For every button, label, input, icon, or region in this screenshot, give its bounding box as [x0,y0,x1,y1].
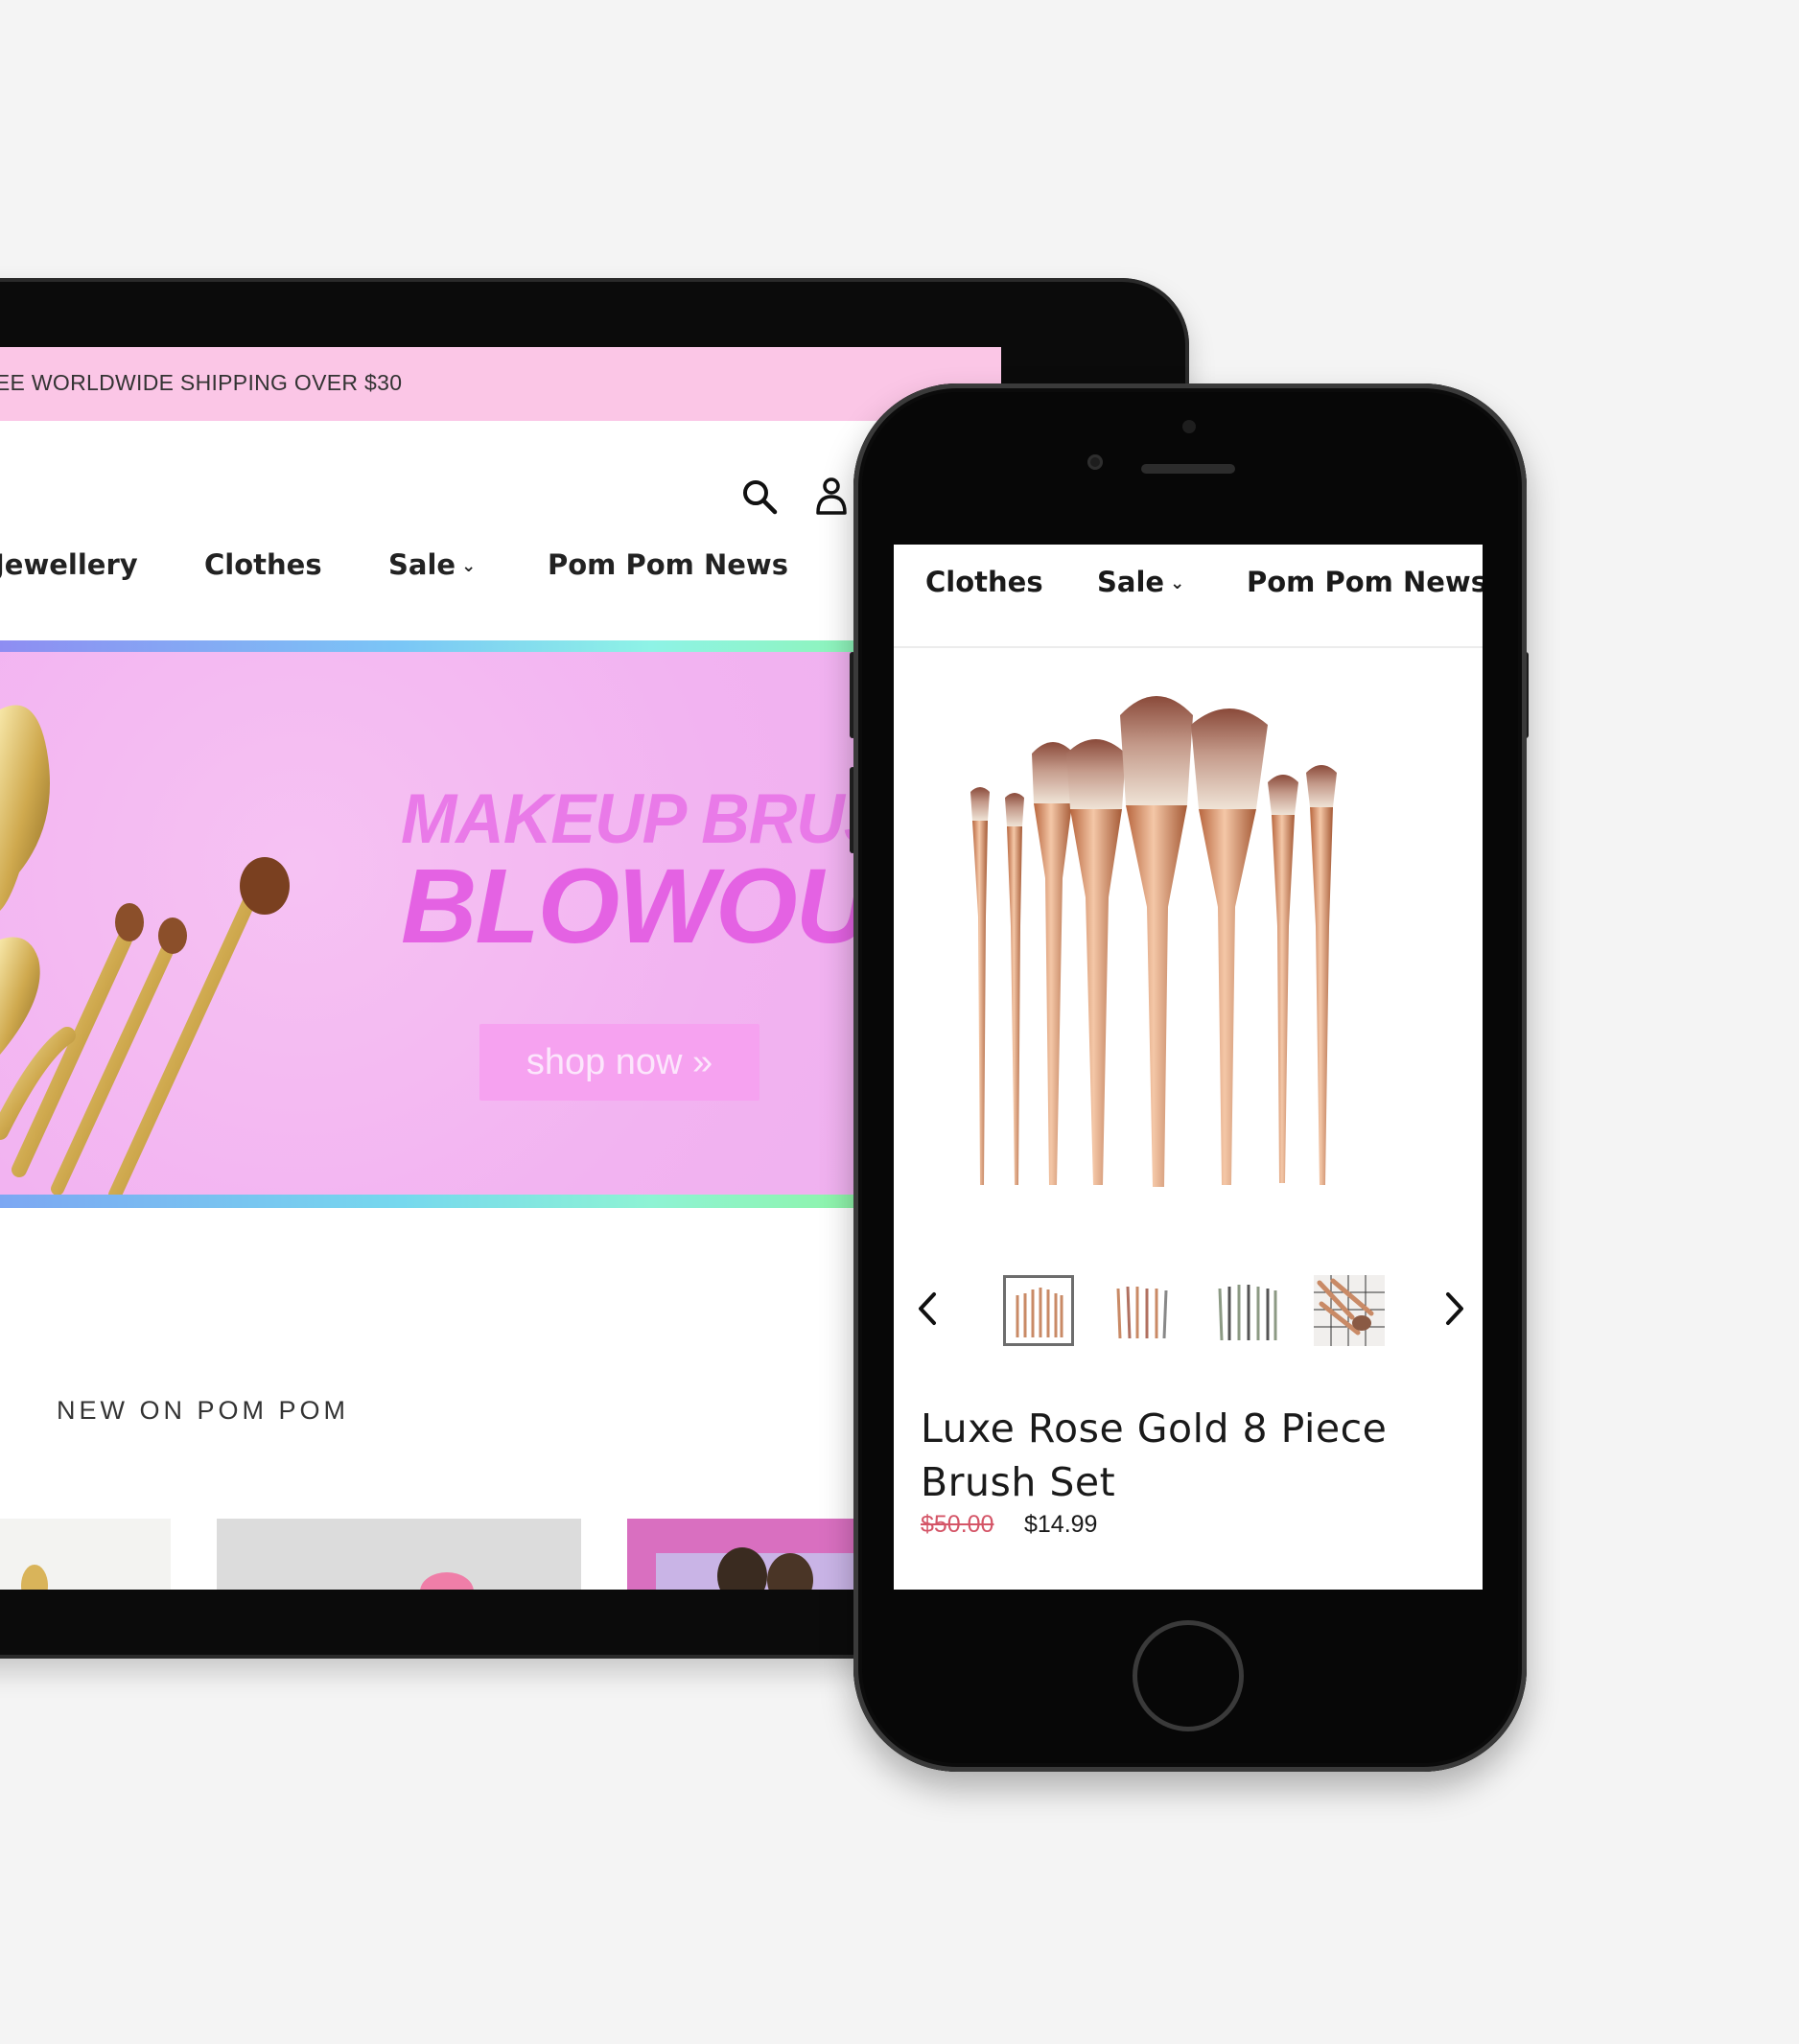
phone-sensor [1182,420,1196,433]
nav-item-label: Sale [1097,566,1165,598]
shop-now-button[interactable]: shop now » [479,1024,759,1101]
hero-top-strip [0,640,1001,652]
brush-1 [970,787,990,1185]
hero-brushes-image [0,705,290,1195]
nav-item-pom-pom-news[interactable]: Pom Pom News [1247,566,1483,598]
brush-2 [1005,793,1024,1185]
phone-speaker [1141,464,1235,474]
brush-5 [1120,696,1193,1187]
brush-6 [1191,708,1268,1185]
nav-item-clothes[interactable]: Clothes [204,548,322,581]
brush-8 [1306,765,1337,1185]
thumbnail-image [1218,1285,1277,1341]
home-button [1133,1620,1244,1731]
chevron-left-icon[interactable] [913,1290,942,1327]
thumbnail-1[interactable] [1003,1275,1074,1346]
chevron-down-icon: ⌄ [1170,573,1185,593]
thumbnail-3[interactable] [1212,1275,1283,1346]
nav-item-label: Clothes [204,548,322,581]
phone-camera [1087,454,1103,470]
nav-item-label: Jewellery [0,548,138,581]
product-tile[interactable] [0,1519,171,1590]
nav-divider [894,646,1483,648]
phone-screen: Clothes Sale ⌄ Pom Pom News Luxe Rose Go… [894,545,1483,1590]
product-thumbnail [420,1572,474,1590]
nav-item-clothes[interactable]: Clothes [925,566,1043,598]
nav-item-pom-pom-news[interactable]: Pom Pom News [548,548,788,581]
nav-item-label: Sale [388,548,456,581]
product-compare-price: $50.00 [921,1511,994,1538]
nav-item-label: Pom Pom News [1247,566,1483,598]
nav-item-label: Pom Pom News [548,548,788,581]
product-thumbnail [21,1565,48,1590]
product-price: $14.99 [1024,1511,1098,1538]
brush-4 [1066,739,1126,1185]
nav-item-jewellery[interactable]: Jewellery [0,548,138,581]
thumbnail-2[interactable] [1109,1275,1180,1346]
product-title: Luxe Rose Gold 8 Piece Brush Set [921,1405,1388,1505]
hero-bottom-strip [0,1195,1001,1208]
chevron-down-icon: ⌄ [461,556,477,576]
tablet-screen: REE WORLDWIDE SHIPPING OVER $30 Jeweller… [0,347,1001,1590]
nav-item-sale[interactable]: Sale ⌄ [1097,566,1184,598]
promo-text: REE WORLDWIDE SHIPPING OVER $30 [0,370,403,395]
brush-3 [1032,742,1074,1185]
thumbnail-image [1016,1288,1063,1337]
brush-7 [1268,775,1298,1183]
thumbnail-image [1116,1286,1168,1339]
search-icon[interactable] [740,477,779,516]
account-icon[interactable] [815,476,848,516]
product-tile[interactable] [217,1519,581,1590]
thumbnail-image [1314,1275,1385,1346]
chevron-right-icon[interactable] [1440,1290,1469,1327]
nav-item-sale[interactable]: Sale ⌄ [388,548,476,581]
product-main-image[interactable] [951,686,1421,1204]
section-heading: NEW ON POM POM [57,1396,349,1425]
nav-item-label: Clothes [925,566,1043,598]
thumbnail-4[interactable] [1314,1275,1385,1346]
promo-bar: REE WORLDWIDE SHIPPING OVER $30 [0,347,1001,421]
